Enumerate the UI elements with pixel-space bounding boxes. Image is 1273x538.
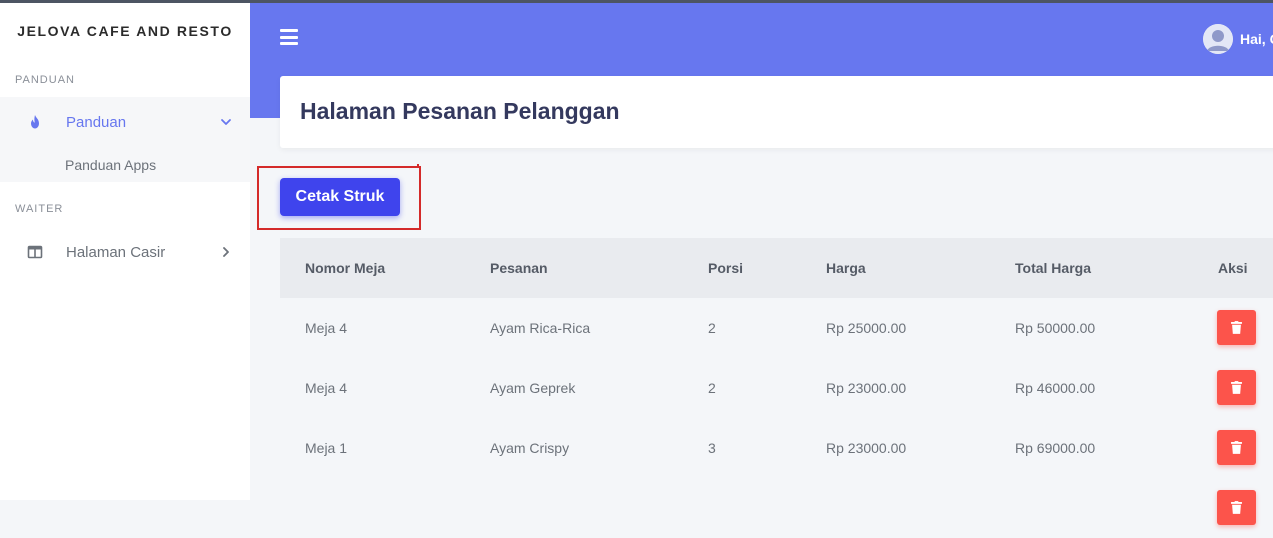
delete-button[interactable] [1217, 430, 1256, 465]
cell-pesanan: Ayam Geprek [490, 380, 576, 396]
sidebar: JELOVA CAFE AND RESTO PANDUAN Panduan Pa… [0, 3, 250, 500]
column-header-pesanan: Pesanan [490, 260, 548, 276]
sidebar-item-panduan[interactable]: Panduan [0, 97, 250, 147]
cell-nomor-meja: Meja 4 [305, 380, 348, 396]
user-menu[interactable]: Hai, C [1203, 24, 1273, 54]
user-greeting: Hai, C [1240, 31, 1273, 47]
sidebar-item-label: Panduan [66, 113, 127, 131]
hamburger-icon[interactable] [280, 29, 298, 45]
orders-table: Nomor Meja Pesanan Porsi Harga Total Har… [280, 238, 1273, 538]
fire-icon [31, 115, 39, 129]
column-header-nomor-meja: Nomor Meja [305, 260, 386, 276]
avatar [1203, 24, 1233, 54]
table-row: Meja 1 Ayam Crispy 3 Rp 23000.00 Rp 6900… [280, 418, 1273, 478]
delete-button[interactable] [1217, 310, 1256, 345]
cell-nomor-meja: Meja 4 [305, 320, 348, 336]
section-header-waiter: WAITER [15, 203, 64, 215]
chevron-right-icon [223, 247, 229, 257]
user-icon [1203, 24, 1233, 54]
cell-total-harga: Rp 69000.00 [1015, 440, 1096, 456]
page-title: Halaman Pesanan Pelanggan [300, 98, 620, 124]
chevron-down-icon [221, 119, 231, 125]
cell-nomor-meja: Meja 1 [305, 440, 348, 456]
table-header: Nomor Meja Pesanan Porsi Harga Total Har… [280, 238, 1273, 298]
sidebar-subitem-panduan-apps[interactable]: Panduan Apps [65, 157, 156, 173]
table-row: Meja 4 Ayam Geprek 2 Rp 23000.00 Rp 4600… [280, 358, 1273, 418]
table-row [280, 478, 1273, 538]
cell-porsi: 2 [708, 320, 716, 336]
cell-harga: Rp 23000.00 [826, 380, 907, 396]
cell-total-harga: Rp 50000.00 [1015, 320, 1096, 336]
column-header-total-harga: Total Harga [1015, 260, 1091, 276]
cell-pesanan: Ayam Crispy [490, 440, 570, 456]
cell-harga: Rp 23000.00 [826, 440, 907, 456]
cell-porsi: 2 [708, 380, 716, 396]
column-header-aksi: Aksi [1218, 260, 1248, 276]
trash-icon [1231, 501, 1242, 514]
delete-button[interactable] [1217, 490, 1256, 525]
trash-icon [1231, 441, 1242, 454]
print-receipt-button[interactable]: Cetak Struk [280, 178, 400, 216]
panduan-menu-group: Panduan Panduan Apps [0, 97, 250, 182]
section-header-panduan: PANDUAN [15, 74, 75, 86]
sidebar-item-halaman-casir[interactable]: Halaman Casir [0, 227, 250, 277]
trash-icon [1231, 321, 1242, 334]
column-header-porsi: Porsi [708, 260, 744, 276]
cell-harga: Rp 25000.00 [826, 320, 907, 336]
cell-total-harga: Rp 46000.00 [1015, 380, 1096, 396]
trash-icon [1231, 381, 1242, 394]
page-header-card: Halaman Pesanan Pelanggan [280, 76, 1273, 148]
highlight-tick [257, 224, 259, 230]
column-header-harga: Harga [826, 260, 866, 276]
columns-icon [27, 245, 43, 259]
table-row: Meja 4 Ayam Rica-Rica 2 Rp 25000.00 Rp 5… [280, 298, 1273, 358]
brand-name[interactable]: JELOVA CAFE AND RESTO [0, 23, 250, 39]
top-border [0, 0, 1273, 3]
cell-porsi: 3 [708, 440, 716, 456]
sidebar-item-label: Halaman Casir [66, 243, 166, 261]
cell-pesanan: Ayam Rica-Rica [490, 320, 591, 336]
delete-button[interactable] [1217, 370, 1256, 405]
highlight-tick [417, 164, 419, 168]
